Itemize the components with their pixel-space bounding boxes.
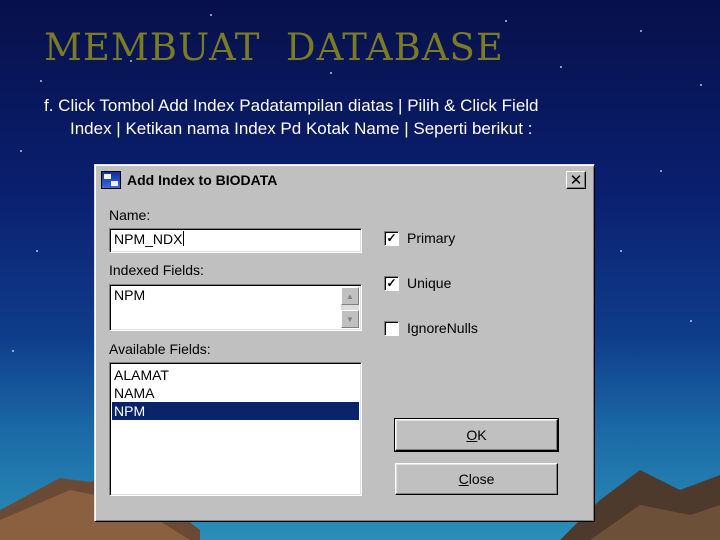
unique-label: Unique xyxy=(407,275,452,291)
dialog-titlebar[interactable]: Add Index to BIODATA ✕ xyxy=(98,168,591,192)
instruction-line-2: Index | Ketikan nama Index Pd Kotak Name… xyxy=(70,119,533,138)
close-button[interactable]: Close xyxy=(395,463,558,495)
slide-title: MEMBUAT DATABASE xyxy=(44,26,504,69)
list-item-npm[interactable]: NPM xyxy=(112,402,359,420)
ok-label-rest: K xyxy=(477,427,487,443)
close-icon[interactable]: ✕ xyxy=(566,171,586,189)
list-item-alamat[interactable]: ALAMAT xyxy=(112,366,359,384)
text-caret xyxy=(183,231,185,246)
primary-label: Primary xyxy=(407,230,456,246)
check-icon[interactable]: ✓ xyxy=(384,275,399,291)
check-icon[interactable]: ✓ xyxy=(384,230,399,246)
ignore-nulls-option[interactable]: IgnoreNulls xyxy=(384,320,478,336)
primary-option[interactable]: ✓ Primary xyxy=(384,230,455,246)
dialog-title: Add Index to BIODATA xyxy=(127,172,278,188)
list-item-nama[interactable]: NAMA xyxy=(112,384,359,402)
available-fields-label: Available Fields: xyxy=(109,341,211,357)
scroll-up-icon[interactable]: ▲ xyxy=(341,287,359,305)
name-label: Name: xyxy=(109,207,151,223)
ok-button[interactable]: OK xyxy=(394,418,559,452)
ignore-nulls-label: IgnoreNulls xyxy=(407,320,478,336)
indexed-fields-label: Indexed Fields: xyxy=(109,262,204,278)
name-input-value: NPM_NDX xyxy=(114,231,185,247)
indexed-scrollbar[interactable]: ▲ ▼ xyxy=(341,287,359,328)
app-icon xyxy=(101,171,121,189)
add-index-dialog: Add Index to BIODATA ✕ Name: NPM_NDX Ind… xyxy=(94,164,595,522)
close-label-rest: lose xyxy=(468,471,495,487)
unique-option[interactable]: ✓ Unique xyxy=(384,275,451,291)
ok-mnemonic: O xyxy=(466,427,478,443)
available-fields-list[interactable]: ALAMAT NAMA NPM xyxy=(109,362,362,496)
instruction-line-1: f. Click Tombol Add Index Padatampilan d… xyxy=(44,96,539,115)
close-mnemonic: C xyxy=(458,471,469,487)
unchecked-box[interactable] xyxy=(384,320,399,336)
indexed-field-value: NPM xyxy=(114,287,146,303)
indexed-fields-list[interactable]: NPM ▲ ▼ xyxy=(109,284,362,331)
name-input[interactable]: NPM_NDX xyxy=(109,228,362,253)
slide-instructions: f. Click Tombol Add Index Padatampilan d… xyxy=(44,94,684,140)
scroll-down-icon[interactable]: ▼ xyxy=(341,310,359,328)
name-input-text: NPM_NDX xyxy=(114,231,183,247)
